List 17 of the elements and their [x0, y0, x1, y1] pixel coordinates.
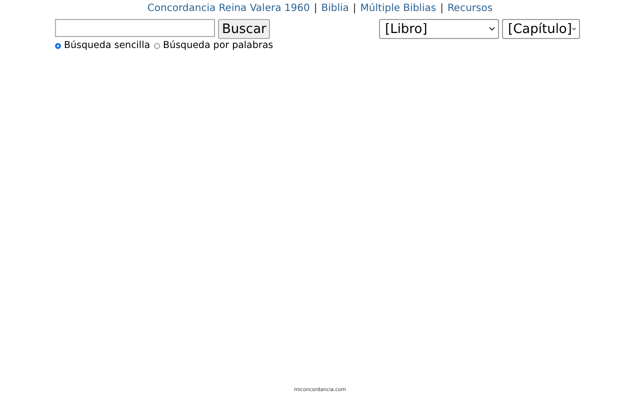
- separator: |: [352, 3, 356, 16]
- chevron-icon: [489, 27, 495, 31]
- dropdown[interactable]: [Capítulo]: [502, 19, 580, 39]
- search-field[interactable]: [55, 19, 215, 37]
- separator: |: [314, 3, 318, 16]
- separator: |: [440, 3, 444, 16]
- nav-link[interactable]: Concordancia Reina Valera 1960: [147, 3, 310, 17]
- nav-link[interactable]: Biblia: [321, 3, 349, 17]
- nav-link[interactable]: Recursos: [447, 3, 493, 17]
- radio-button[interactable]: [154, 42, 160, 48]
- chevron-icon: [572, 27, 576, 31]
- radio-label: Búsqueda sencilla: [64, 40, 150, 51]
- search-button[interactable]: Buscar: [218, 19, 270, 39]
- radio-label: Búsqueda por palabras: [163, 40, 274, 51]
- radio-button[interactable]: [55, 42, 61, 48]
- dropdown[interactable]: [Libro]: [379, 19, 499, 39]
- nav-link[interactable]: Múltiple Biblias: [360, 3, 436, 17]
